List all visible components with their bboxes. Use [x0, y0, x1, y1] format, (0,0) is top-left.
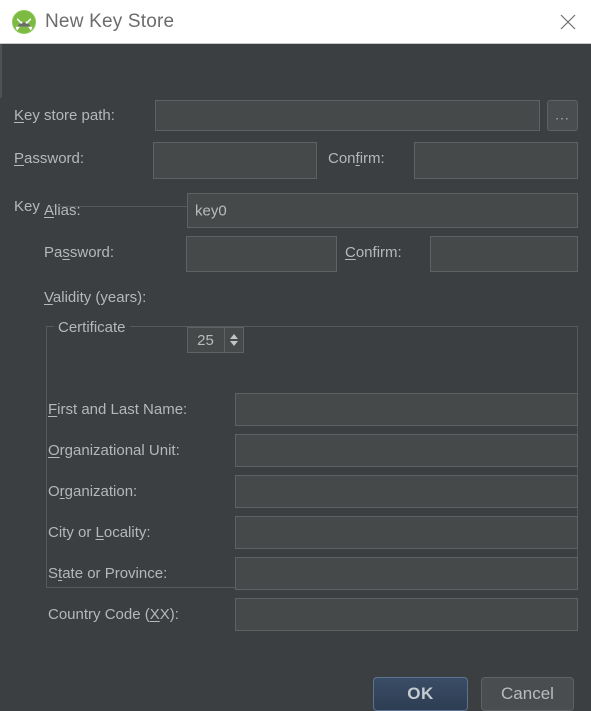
state-or-province-input[interactable]: [235, 557, 578, 590]
key-password-input[interactable]: [186, 236, 337, 272]
certificate-group-title: Certificate: [54, 319, 130, 336]
key-group-title: Key: [14, 198, 40, 215]
key-confirm-label: Confirm:: [345, 244, 402, 261]
key-store-confirm-input[interactable]: [414, 142, 578, 179]
android-studio-icon: [11, 9, 37, 35]
window-title: New Key Store: [45, 11, 175, 32]
browse-button[interactable]: ...: [547, 100, 578, 131]
organization-input[interactable]: [235, 475, 578, 508]
key-password-label: Password:: [44, 244, 115, 261]
first-and-last-name-label: First and Last Name:: [48, 401, 188, 418]
cancel-button[interactable]: Cancel: [481, 677, 574, 711]
key-store-password-label: Password:: [14, 150, 85, 167]
city-or-locality-label: City or Locality:: [48, 524, 151, 541]
ok-button[interactable]: OK: [373, 677, 468, 711]
organizational-unit-label: Organizational Unit:: [48, 442, 180, 459]
state-or-province-label: State or Province:: [48, 565, 168, 582]
key-store-path-input[interactable]: [155, 100, 540, 131]
focus-edge-decoration: [0, 44, 2, 98]
country-code-label: Country Code (XX):: [48, 606, 179, 623]
first-and-last-name-input[interactable]: [235, 393, 578, 426]
close-icon[interactable]: [545, 0, 591, 43]
new-key-store-dialog: New Key Store Key store path: ... Passwo…: [0, 0, 591, 711]
organization-label: Organization:: [48, 483, 138, 500]
dialog-body: Key store path: ... Password: Confirm: K…: [0, 44, 591, 711]
city-or-locality-input[interactable]: [235, 516, 578, 549]
validity-label: Validity (years):: [44, 289, 147, 306]
key-store-path-label: Key store path:: [14, 107, 115, 124]
country-code-input[interactable]: [235, 598, 578, 631]
alias-input[interactable]: key0: [187, 193, 578, 228]
organizational-unit-input[interactable]: [235, 434, 578, 467]
alias-label: Alias:: [44, 202, 81, 219]
title-bar: New Key Store: [0, 0, 591, 44]
key-store-confirm-label: Confirm:: [328, 150, 385, 167]
key-store-password-input[interactable]: [153, 142, 317, 179]
key-confirm-input[interactable]: [430, 236, 578, 272]
